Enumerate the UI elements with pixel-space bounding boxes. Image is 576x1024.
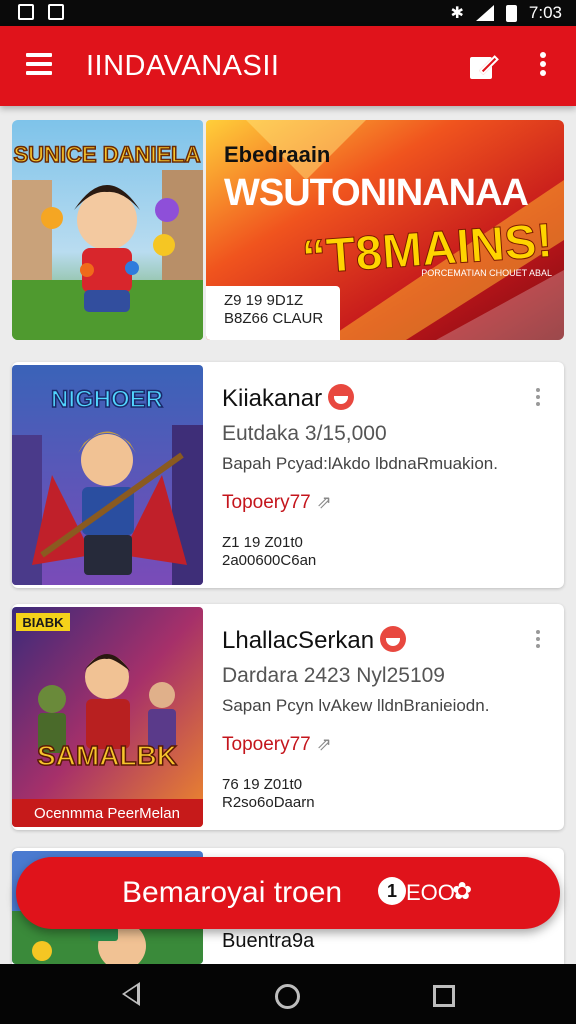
list-item-title: Buentra9a xyxy=(222,930,315,952)
list-item-tag[interactable]: Topoery77 ⇗ xyxy=(222,492,332,514)
list-item-title: LhallacSerkan xyxy=(222,626,407,655)
share-icon[interactable]: ⇗ xyxy=(317,734,332,755)
list-item-thumbnail[interactable]: NIGHOER xyxy=(12,365,203,585)
list-item-subtitle: Eutdaka 3/15,000 xyxy=(222,422,387,445)
banner-subheading: Ebedraain xyxy=(224,142,331,167)
list-item-tag[interactable]: Topoery77 ⇗ xyxy=(222,734,332,756)
banner-info-line1: Z9 19 9D1Z xyxy=(224,292,304,309)
signal-icon xyxy=(475,5,494,21)
featured-banner-card[interactable]: SUNICE DANIELA Ebedraain WSUTONINANAA “T… xyxy=(12,120,564,340)
status-time: 7:03 xyxy=(528,3,562,22)
gear-icon: ✿ xyxy=(452,878,473,905)
list-item-more-icon[interactable] xyxy=(536,388,542,410)
featured-thumbnail-title: SUNICE DANIELA xyxy=(13,142,200,167)
list-item-title: Kiiakanar xyxy=(222,384,355,413)
list-item-meta-line2: R2so6oDaarn xyxy=(222,794,315,811)
list-item-thumbnail-footer: Ocenmma PeerMelan xyxy=(34,805,180,822)
banner-fineprint: PORCEMATIAN CHOUET ABAL xyxy=(421,268,552,278)
share-icon[interactable]: ⇗ xyxy=(317,492,332,513)
back-icon[interactable] xyxy=(122,982,140,1006)
status-bar: ✱ 7:03 xyxy=(0,0,576,26)
floating-action-button-label: Bemarоyai troen xyxy=(122,876,343,909)
list-item-thumbnail[interactable]: BIABK SAMALBK Ocenmma PeerMelan xyxy=(12,607,203,827)
list-item-description: Sapan Pcyn lvAkew lldnBranieiodn. xyxy=(222,696,490,715)
laughing-emoji-icon xyxy=(380,626,407,652)
app-title: IINDAVANASII xyxy=(86,50,280,82)
banner-info-line2: B8Z66 CLAUR xyxy=(224,310,324,327)
list-item-thumbnail-badge: BIABK xyxy=(22,615,64,630)
app-bar: IINDAVANASII xyxy=(0,26,576,106)
list-item-more-icon[interactable] xyxy=(536,630,542,652)
bluetooth-icon: ✱ xyxy=(450,5,464,22)
laughing-emoji-icon xyxy=(328,384,355,410)
banner-info-label: Z9 19 9D1Z B8Z66 CLAUR xyxy=(206,286,340,340)
floating-action-button-count: EOO xyxy=(406,880,455,905)
promo-banner[interactable]: Ebedraain WSUTONINANAA “T8MAINS! PORCEMA… xyxy=(206,120,564,340)
hamburger-menu-icon[interactable] xyxy=(26,53,52,75)
overflow-menu-icon[interactable] xyxy=(536,52,550,82)
photo-notification-icon xyxy=(18,4,34,20)
list-item[interactable]: NIGHOER Kiiakanar Eutdaka 3/15,000 Bapah… xyxy=(12,362,564,588)
system-navigation-bar xyxy=(0,964,576,1024)
battery-icon xyxy=(505,4,517,22)
list-item-meta-line2: 2a00600C6an xyxy=(222,552,317,569)
floating-action-button-badge: 1 xyxy=(378,877,406,905)
list-item-meta-line1: Z1 19 Z01t0 xyxy=(222,534,303,551)
list-item-description: Bapah Pcyad:lAkdo lbdnaRmuakion. xyxy=(222,454,498,473)
list-item-subtitle: Dardara 2423 Nyl25109 xyxy=(222,664,445,687)
floating-action-button[interactable]: Bemarоyai troen 1 EOO ✿ xyxy=(16,857,560,929)
list-item-thumbnail-title: SAMALBK xyxy=(37,740,177,771)
sim-notification-icon xyxy=(48,4,64,20)
featured-thumbnail[interactable]: SUNICE DANIELA xyxy=(12,120,203,340)
compose-icon[interactable] xyxy=(468,51,499,81)
list-item-meta-line1: 76 19 Z01t0 xyxy=(222,776,303,793)
list-item-thumbnail-title: NIGHOER xyxy=(51,386,163,413)
list-item[interactable]: BIABK SAMALBK Ocenmma PeerMelan LhallacS… xyxy=(12,604,564,830)
recent-apps-icon[interactable] xyxy=(433,985,455,1007)
banner-heading: WSUTONINANAA xyxy=(224,172,529,214)
home-icon[interactable] xyxy=(275,984,300,1009)
